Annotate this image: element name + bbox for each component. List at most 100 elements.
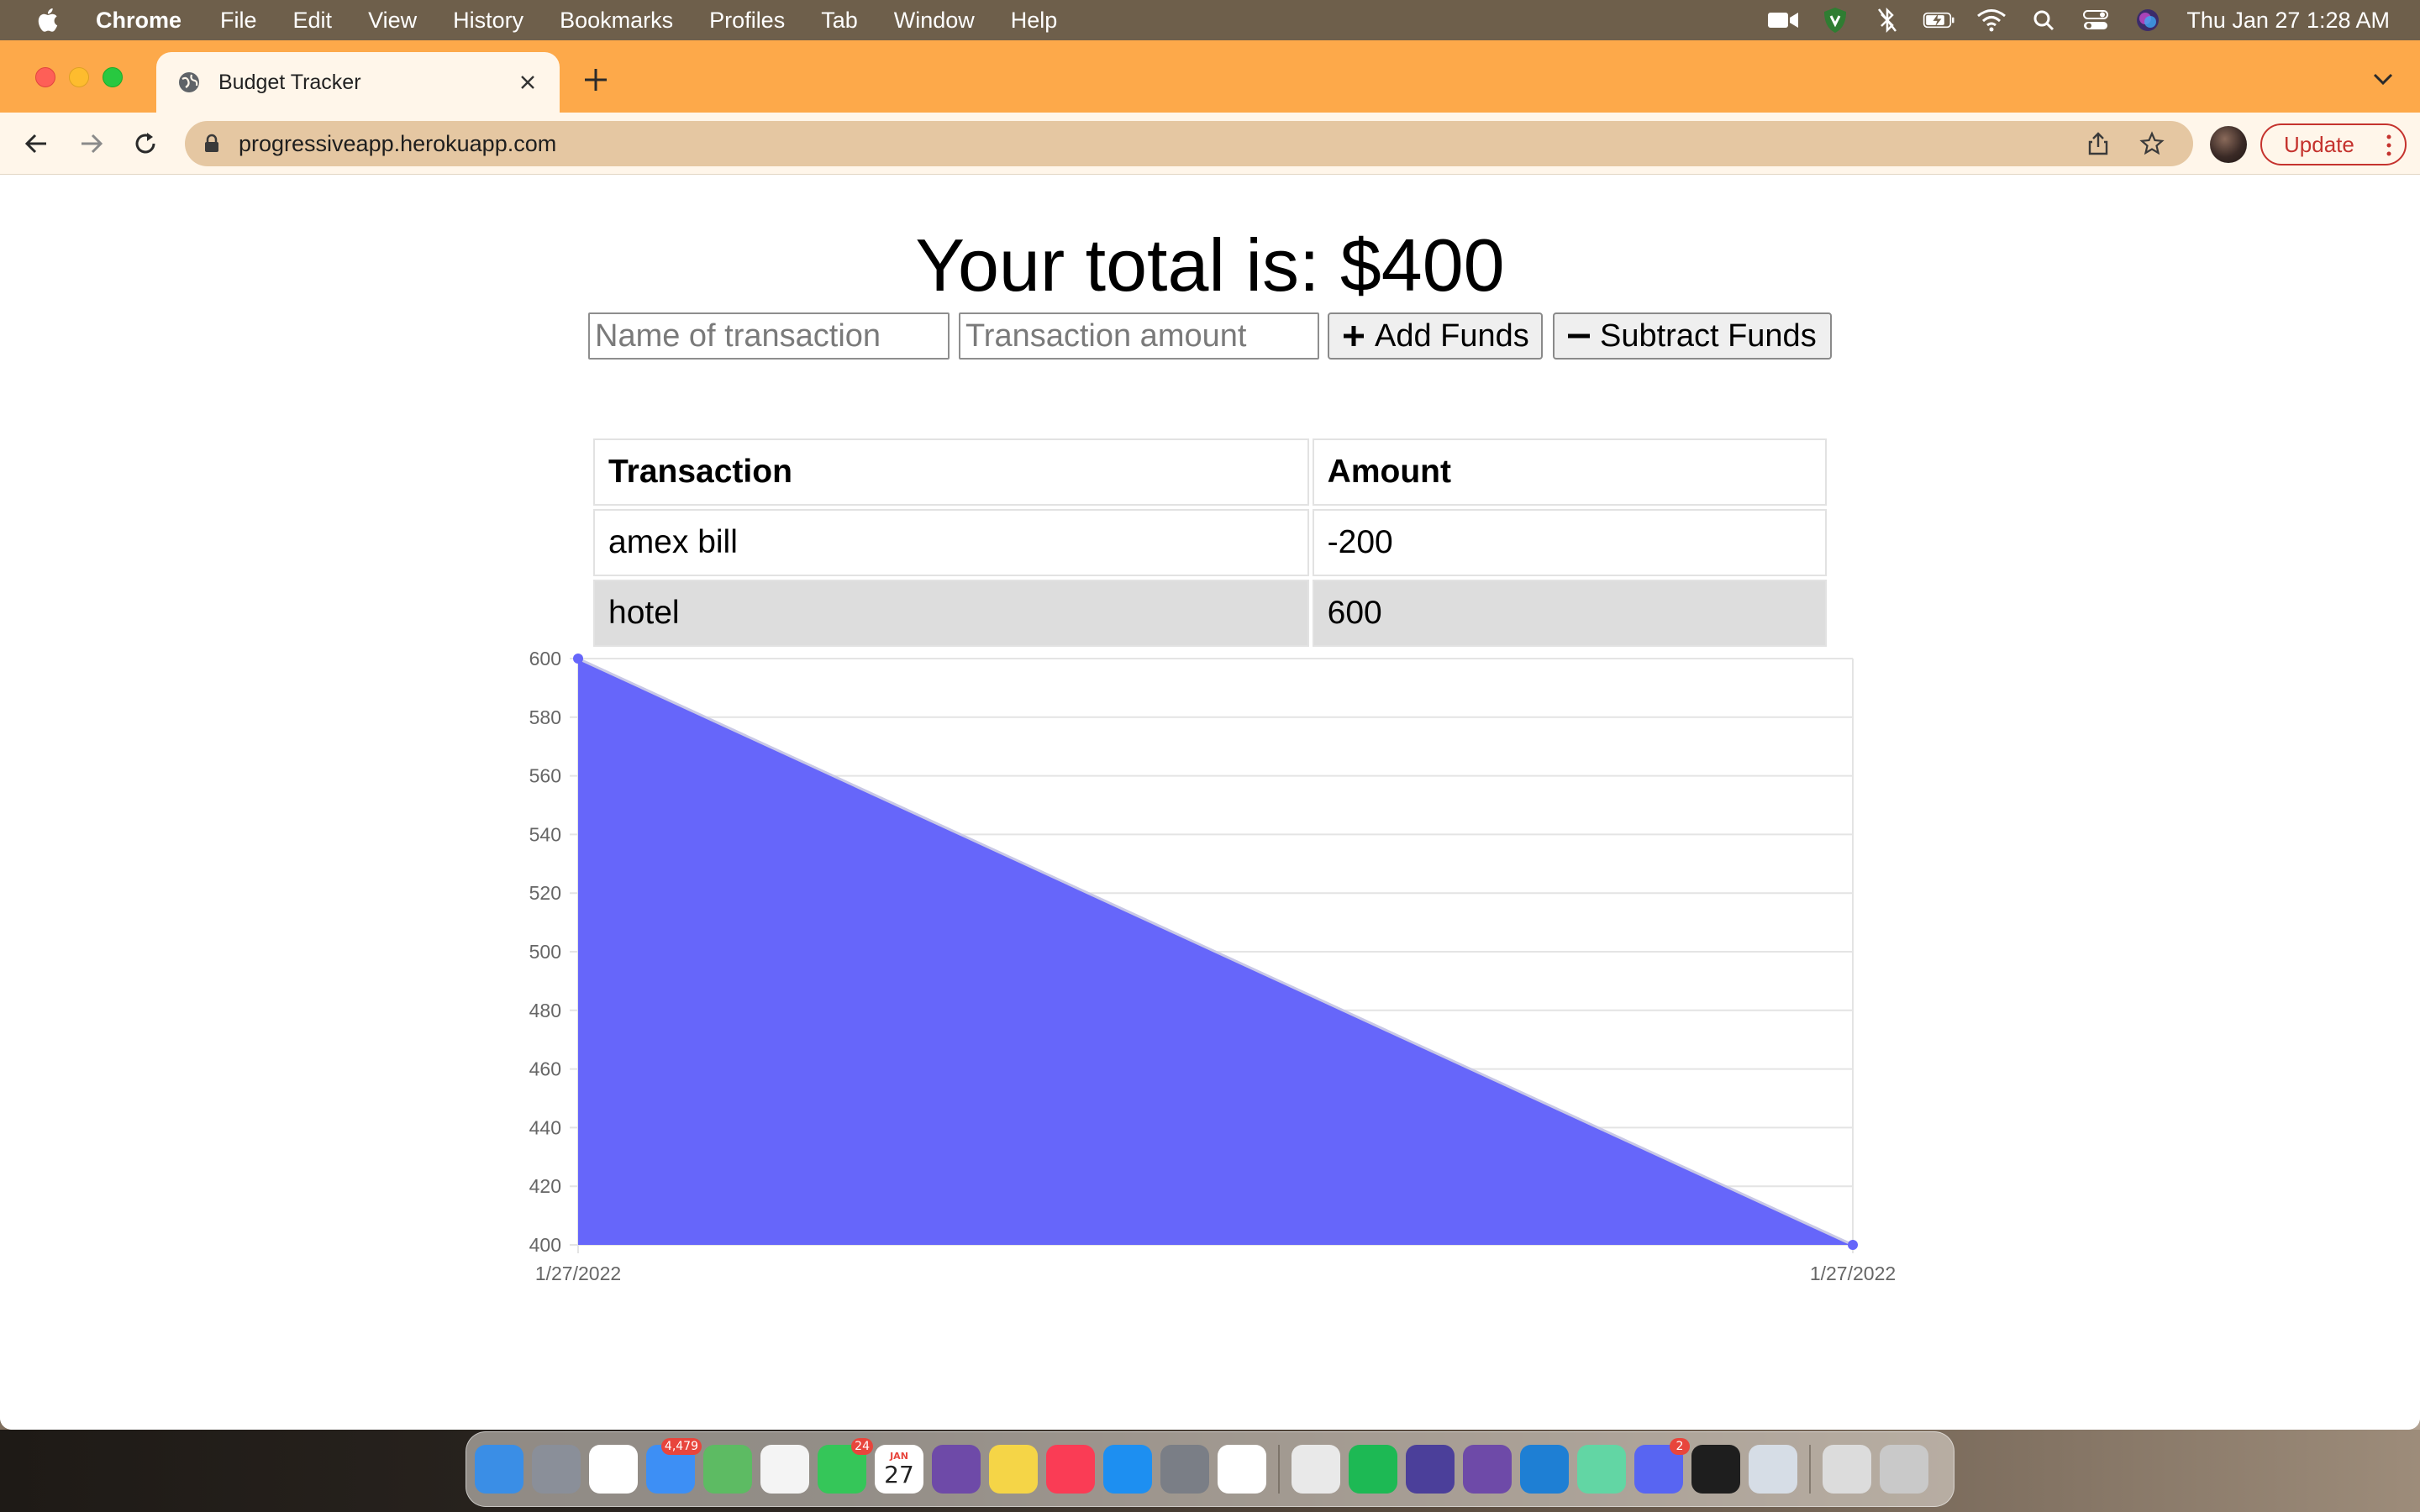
app-store-icon[interactable] xyxy=(1103,1445,1152,1494)
add-funds-button[interactable]: Add Funds xyxy=(1328,312,1543,360)
mail-icon[interactable]: 4,479 xyxy=(646,1438,702,1494)
y-tick-label: 540 xyxy=(529,823,561,845)
dock-separator xyxy=(1809,1445,1811,1494)
x-tick-label: 1/27/2022 xyxy=(535,1263,621,1284)
macos-dock: 4,479 24 JAN 27 2 xyxy=(466,1431,1954,1507)
add-funds-label: Add Funds xyxy=(1375,318,1529,354)
dock-badge: 4,479 xyxy=(660,1438,702,1455)
terminal-icon[interactable] xyxy=(1691,1445,1740,1494)
menu-file[interactable]: File xyxy=(220,8,257,34)
globe-icon xyxy=(176,70,202,95)
dock-badge: 2 xyxy=(1670,1438,1690,1455)
bluetooth-off-icon[interactable] xyxy=(1870,7,1904,34)
menu-help[interactable]: Help xyxy=(1011,8,1058,34)
transaction-name-cell: amex bill xyxy=(593,509,1309,576)
shield-vpn-icon[interactable] xyxy=(1818,8,1852,33)
menu-bar-clock[interactable]: Thu Jan 27 1:28 AM xyxy=(2186,8,2390,34)
budget-tracker-page: Your total is: $400 Add Funds Subtract F… xyxy=(0,175,2420,1430)
profile-avatar[interactable] xyxy=(2210,126,2247,163)
music-icon[interactable] xyxy=(1046,1445,1095,1494)
total-heading: Your total is: $400 xyxy=(0,227,2420,304)
battery-charging-icon[interactable] xyxy=(1923,8,1956,33)
table-row: hotel 600 xyxy=(593,580,1827,647)
window-close-button[interactable] xyxy=(35,67,55,87)
total-text: Your total is: $400 xyxy=(915,223,1505,307)
column-header-amount: Amount xyxy=(1312,438,1827,506)
subtract-funds-button[interactable]: Subtract Funds xyxy=(1553,312,1832,360)
transactions-table: Transaction Amount amex bill -200 hotel … xyxy=(590,435,1830,650)
url-text[interactable]: progressiveapp.herokuapp.com xyxy=(239,131,2086,157)
menu-window[interactable]: Window xyxy=(894,8,975,34)
reload-icon[interactable] xyxy=(129,128,161,160)
chrome-update-button[interactable]: Update xyxy=(2260,123,2407,165)
dock-badge: 24 xyxy=(851,1438,873,1455)
vscode-icon[interactable] xyxy=(1520,1445,1569,1494)
back-arrow-icon[interactable] xyxy=(20,128,52,160)
downloads-stack-icon[interactable] xyxy=(1823,1445,1871,1494)
window-maximize-button[interactable] xyxy=(103,67,123,87)
video-camera-icon[interactable] xyxy=(1766,8,1800,33)
transaction-name-cell: hotel xyxy=(593,580,1309,647)
y-tick-label: 580 xyxy=(529,706,561,728)
more-vertical-icon[interactable] xyxy=(2385,134,2393,157)
spotlight-search-icon[interactable] xyxy=(2027,8,2060,33)
y-tick-label: 560 xyxy=(529,765,561,787)
forward-arrow-icon[interactable] xyxy=(76,128,108,160)
trash-icon[interactable] xyxy=(1880,1445,1928,1494)
menu-profiles[interactable]: Profiles xyxy=(709,8,785,34)
menu-edit[interactable]: Edit xyxy=(293,8,333,34)
y-tick-label: 480 xyxy=(529,1000,561,1021)
calendar-icon[interactable]: JAN 27 xyxy=(875,1445,923,1494)
menu-view[interactable]: View xyxy=(368,8,417,34)
maps-icon[interactable] xyxy=(703,1445,752,1494)
window-minimize-button[interactable] xyxy=(69,67,89,87)
tab-budget-tracker[interactable]: Budget Tracker xyxy=(156,52,560,113)
system-preferences-icon[interactable] xyxy=(1160,1445,1209,1494)
chrome-window: Budget Tracker progressiveapp.herokuapp.… xyxy=(0,40,2420,1430)
menu-bookmarks[interactable]: Bookmarks xyxy=(560,8,673,34)
siri-icon[interactable] xyxy=(2131,8,2165,33)
chrome-icon[interactable] xyxy=(1218,1445,1266,1494)
apple-menu-icon[interactable] xyxy=(34,5,64,35)
tab-close-icon[interactable] xyxy=(516,71,539,94)
spotify-icon[interactable] xyxy=(1349,1445,1397,1494)
transaction-name-input[interactable] xyxy=(588,312,950,360)
colorsync-icon[interactable] xyxy=(1292,1445,1340,1494)
browser-toolbar: progressiveapp.herokuapp.com Update xyxy=(0,113,2420,175)
slack-icon[interactable] xyxy=(589,1445,638,1494)
table-header-row: Transaction Amount xyxy=(593,438,1827,506)
menu-history[interactable]: History xyxy=(453,8,523,34)
table-row: amex bill -200 xyxy=(593,509,1827,576)
menu-tab[interactable]: Tab xyxy=(821,8,858,34)
transaction-amount-cell: 600 xyxy=(1312,580,1827,647)
share-icon[interactable] xyxy=(2086,131,2111,156)
new-tab-plus-icon[interactable] xyxy=(581,66,610,94)
finder-icon[interactable] xyxy=(475,1445,523,1494)
preview-icon[interactable] xyxy=(1749,1445,1797,1494)
lock-icon[interactable] xyxy=(202,134,222,154)
launchpad-icon[interactable] xyxy=(532,1445,581,1494)
tab-search-chevron-down-icon[interactable] xyxy=(2371,71,2395,87)
tab-strip: Budget Tracker xyxy=(0,40,2420,113)
eclipse-icon[interactable] xyxy=(1406,1445,1455,1494)
wifi-icon[interactable] xyxy=(1975,8,2008,33)
y-tick-label: 420 xyxy=(529,1175,561,1197)
menu-app-name[interactable]: Chrome xyxy=(96,8,182,34)
notes-icon[interactable] xyxy=(989,1445,1038,1494)
tab-title: Budget Tracker xyxy=(218,70,361,94)
robinhood-icon[interactable] xyxy=(1577,1445,1626,1494)
bookmark-star-icon[interactable] xyxy=(2139,131,2165,156)
subtract-funds-label: Subtract Funds xyxy=(1600,318,1817,354)
transaction-amount-input[interactable] xyxy=(959,312,1319,360)
discord-icon[interactable]: 2 xyxy=(1634,1438,1690,1494)
control-center-icon[interactable] xyxy=(2079,8,2112,33)
github-desktop-icon[interactable] xyxy=(932,1445,981,1494)
photos-icon[interactable] xyxy=(760,1445,809,1494)
calendar-day: 27 xyxy=(884,1461,914,1488)
x-tick-label: 1/27/2022 xyxy=(1810,1263,1896,1284)
macos-menu-bar: Chrome File Edit View History Bookmarks … xyxy=(0,0,2420,40)
facetime-icon[interactable]: 24 xyxy=(818,1438,873,1494)
y-tick-label: 440 xyxy=(529,1116,561,1138)
address-bar[interactable]: progressiveapp.herokuapp.com xyxy=(185,121,2193,166)
github-icon[interactable] xyxy=(1463,1445,1512,1494)
